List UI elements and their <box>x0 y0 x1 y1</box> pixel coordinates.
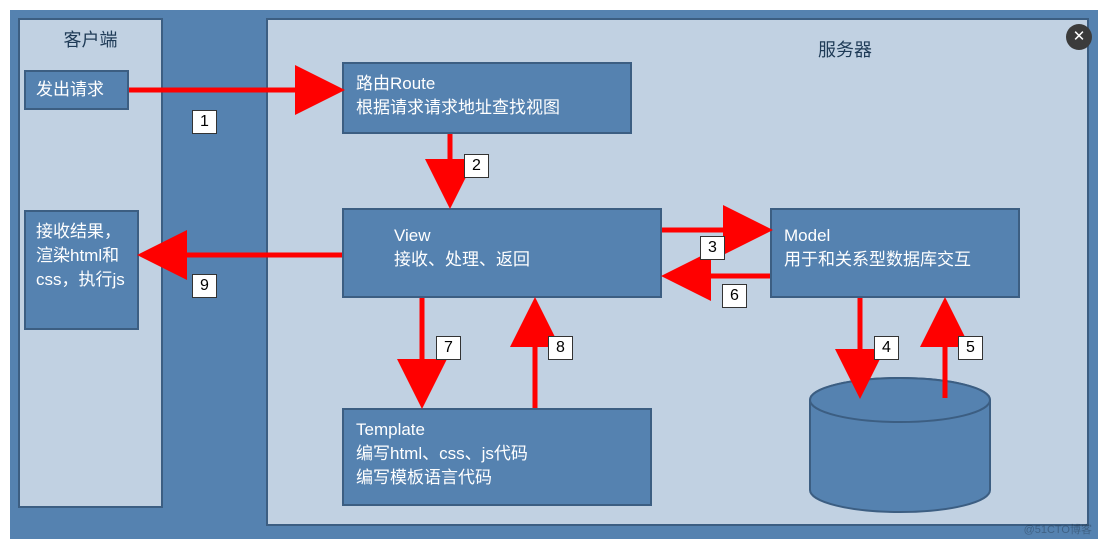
client-panel-title: 客户端 <box>20 26 161 52</box>
client-receive-text: 接收结果，渲染html和css，执行js <box>36 222 125 289</box>
node-model: Model 用于和关系型数据库交互 <box>770 208 1020 298</box>
view-title: View <box>394 224 648 248</box>
model-desc: 用于和关系型数据库交互 <box>784 248 1006 272</box>
node-view: View 接收、处理、返回 <box>342 208 662 298</box>
step-6: 6 <box>722 284 747 308</box>
db-line2: 数据库 <box>840 454 960 478</box>
watermark: @51CTO博客 <box>1024 521 1092 537</box>
step-5: 5 <box>958 336 983 360</box>
node-client-request: 发出请求 <box>24 70 129 110</box>
view-desc: 接收、处理、返回 <box>394 248 648 272</box>
close-icon[interactable]: ✕ <box>1066 24 1092 50</box>
diagram-canvas: ✕ 客户端 服务器 发出请求 接收结果，渲染html和css，执行js 路由Ro… <box>10 10 1098 539</box>
template-line2: 编写模板语言代码 <box>356 466 638 490</box>
template-title: Template <box>356 418 638 442</box>
route-desc: 根据请求请求地址查找视图 <box>356 96 618 120</box>
node-template: Template 编写html、css、js代码 编写模板语言代码 <box>342 408 652 506</box>
step-9: 9 <box>192 274 217 298</box>
db-line1: 关系型 <box>840 430 960 454</box>
client-request-text: 发出请求 <box>36 80 104 99</box>
node-db: 关系型 数据库 <box>840 430 960 478</box>
model-title: Model <box>784 224 1006 248</box>
node-client-receive: 接收结果，渲染html和css，执行js <box>24 210 139 330</box>
step-1: 1 <box>192 110 217 134</box>
route-title: 路由Route <box>356 72 618 96</box>
step-4: 4 <box>874 336 899 360</box>
node-route: 路由Route 根据请求请求地址查找视图 <box>342 62 632 134</box>
template-line1: 编写html、css、js代码 <box>356 442 638 466</box>
step-2: 2 <box>464 154 489 178</box>
step-8: 8 <box>548 336 573 360</box>
server-panel-title: 服务器 <box>818 36 872 62</box>
step-3: 3 <box>700 236 725 260</box>
step-7: 7 <box>436 336 461 360</box>
